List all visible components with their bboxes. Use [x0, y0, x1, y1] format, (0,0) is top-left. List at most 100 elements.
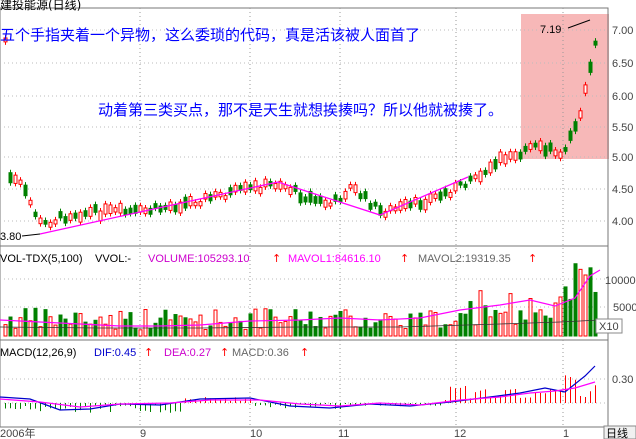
- volume-bar: [268, 309, 273, 337]
- candlestick-series: [3, 34, 598, 231]
- volume-bar: [418, 312, 423, 337]
- volume-indicator-name[interactable]: VOL-TDX(5,100): [0, 253, 83, 265]
- candle-body: [338, 197, 343, 202]
- volume-bar: [118, 310, 123, 337]
- volume-bar: [253, 308, 258, 337]
- low-arrow: [21, 233, 41, 237]
- candle-body: [223, 195, 228, 200]
- volume-bar: [133, 327, 138, 337]
- candle-body: [583, 84, 588, 94]
- macd-value: MACD:0.36: [232, 347, 289, 359]
- candle-body: [363, 191, 368, 200]
- volume-bar: [488, 316, 493, 337]
- candle-body: [343, 190, 348, 200]
- candle-body: [128, 207, 133, 215]
- volume-bar: [393, 318, 398, 337]
- volume-bar: [78, 313, 83, 337]
- volume-bar: [303, 324, 308, 337]
- volume-bar: [138, 329, 143, 337]
- stock-title: 建投能源(日线): [0, 0, 81, 12]
- candle-body: [328, 202, 333, 207]
- volume-bar: [218, 321, 223, 337]
- volume-bar: [438, 327, 443, 337]
- volume-bar: [228, 322, 233, 337]
- highlight-region: [521, 14, 609, 159]
- candle-body: [503, 154, 508, 165]
- volume-bar: [153, 322, 158, 337]
- volume-bar: [353, 326, 358, 337]
- candle-body: [578, 110, 583, 119]
- volume-bar: [468, 301, 473, 337]
- volume-bar: [263, 308, 268, 337]
- candle-body: [563, 147, 568, 152]
- candle-body: [153, 203, 158, 209]
- volume-bar: [113, 328, 118, 337]
- annotation-line-2: 动着第三类买点，那不是天生就想挨揍吗？所以他就被揍了。: [98, 101, 503, 119]
- volume-tick-label: 5000: [613, 302, 636, 314]
- candle-body: [58, 211, 63, 219]
- volume-bar: [588, 267, 593, 337]
- candle-body: [23, 184, 28, 197]
- candle-body: [558, 151, 563, 159]
- candle-body: [573, 121, 578, 132]
- volume-bar: [578, 268, 583, 337]
- candle-body: [108, 204, 113, 215]
- volume-bar: [448, 324, 453, 337]
- candle-body: [368, 202, 373, 210]
- macd-indicator-name[interactable]: MACD(12,26,9): [0, 347, 76, 359]
- volume-bar: [563, 286, 568, 337]
- candle-body: [263, 178, 268, 188]
- candle-body: [443, 188, 448, 197]
- volume-bar: [523, 319, 528, 337]
- dea-value: DEA:0.27: [164, 347, 211, 359]
- period-button[interactable]: 日线: [606, 426, 628, 439]
- volume-bar: [498, 312, 503, 337]
- annotation-line-1: 五个手指夹着一个异物，这么委琐的代码，真是活该被人面首了: [0, 26, 420, 44]
- candle-body: [433, 193, 438, 199]
- svg-text:↑: ↑: [220, 346, 229, 359]
- volume-bar: [548, 317, 553, 337]
- candle-body: [298, 192, 303, 204]
- volume-bar: [163, 309, 168, 337]
- volume-bar: [148, 327, 153, 337]
- volume-header: VOL-TDX(5,100) VVOL:- VOLUME:105293.10 M…: [0, 253, 511, 265]
- candle-body: [498, 151, 503, 164]
- candle-body: [8, 172, 13, 184]
- candle-body: [48, 221, 53, 228]
- volume-bar: [408, 313, 413, 337]
- date-label: 1: [563, 428, 569, 439]
- candle-body: [508, 151, 513, 160]
- volume-bar: [213, 309, 218, 337]
- low-price-marker: 3.80: [0, 231, 21, 243]
- volume-bar: [128, 312, 133, 337]
- svg-text:↑: ↑: [528, 252, 537, 265]
- candle-body: [353, 184, 358, 194]
- candle-body: [513, 151, 518, 161]
- candle-body: [468, 175, 473, 182]
- volume-bar: [23, 308, 28, 337]
- candle-body: [93, 204, 98, 213]
- volume-bar: [428, 310, 433, 337]
- candle-body: [423, 198, 428, 211]
- volume-bar: [403, 328, 408, 337]
- volume-bar: [28, 320, 33, 337]
- volume-bar: [288, 316, 293, 337]
- volume-bar: [38, 326, 43, 337]
- candle-body: [98, 210, 103, 222]
- candle-body: [428, 193, 433, 203]
- svg-text:↑: ↑: [272, 252, 281, 265]
- candle-body: [173, 204, 178, 213]
- svg-text:↑: ↑: [144, 346, 153, 359]
- volume-bar: [543, 315, 548, 337]
- candle-body: [448, 191, 453, 198]
- volume-bar: [233, 317, 238, 337]
- candle-body: [273, 183, 278, 190]
- volume-axis: 10000 5000: [605, 275, 636, 314]
- candle-body: [518, 151, 523, 160]
- volume-bar: [493, 309, 498, 337]
- candle-body: [193, 201, 198, 207]
- volume-bar: [183, 317, 188, 337]
- candle-body: [358, 193, 363, 200]
- candle-body: [103, 203, 108, 215]
- chart-canvas: 7.00 6.50 6.00 5.50 5.00 4.50 4.00 10000…: [0, 0, 636, 439]
